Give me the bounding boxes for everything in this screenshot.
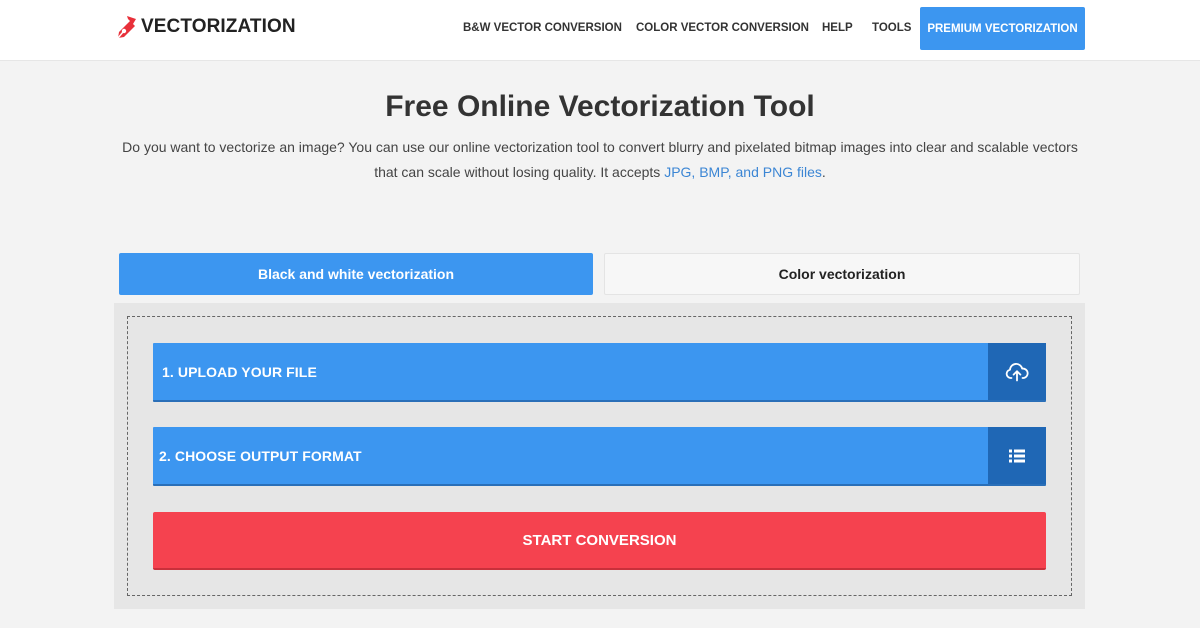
nav-tools[interactable]: TOOLS xyxy=(872,22,911,34)
site-logo[interactable]: VECTORIZATION xyxy=(115,14,296,40)
start-conversion-button[interactable]: START CONVERSION xyxy=(153,512,1046,570)
pen-nib-icon xyxy=(117,16,136,39)
cloud-upload-icon xyxy=(1005,362,1029,381)
upload-file-button[interactable]: 1. UPLOAD YOUR FILE xyxy=(153,343,1046,402)
nav-help[interactable]: HELP xyxy=(822,22,853,34)
tab-black-and-white[interactable]: Black and white vectorization xyxy=(119,253,593,295)
nav-color-vector-conversion[interactable]: COLOR VECTOR CONVERSION xyxy=(636,22,809,34)
upload-icon-box[interactable] xyxy=(988,343,1046,400)
choose-output-format-label: 2. CHOOSE OUTPUT FORMAT xyxy=(159,447,362,464)
intro-paragraph: Do you want to vectorize an image? You c… xyxy=(112,135,1088,185)
intro-end: . xyxy=(821,164,826,180)
premium-vectorization-button[interactable]: PREMIUM VECTORIZATION xyxy=(920,7,1085,50)
logo-text: VECTORIZATION xyxy=(141,16,296,37)
page-title: Free Online Vectorization Tool xyxy=(385,90,815,123)
accepted-formats-link[interactable]: JPG, BMP, and PNG files xyxy=(664,164,822,180)
upload-file-label: 1. UPLOAD YOUR FILE xyxy=(162,363,317,380)
intro-text: Do you want to vectorize an image? You c… xyxy=(122,139,1078,180)
nav-bw-vector-conversion[interactable]: B&W VECTOR CONVERSION xyxy=(463,22,622,34)
tab-color[interactable]: Color vectorization xyxy=(604,253,1080,295)
choose-output-format-button[interactable]: 2. CHOOSE OUTPUT FORMAT xyxy=(153,427,1046,486)
list-icon xyxy=(1009,449,1025,462)
top-navigation-bar: VECTORIZATION B&W VECTOR CONVERSION COLO… xyxy=(0,0,1200,61)
format-icon-box[interactable] xyxy=(988,427,1046,484)
